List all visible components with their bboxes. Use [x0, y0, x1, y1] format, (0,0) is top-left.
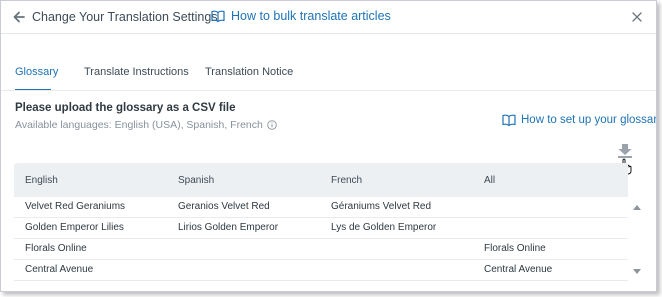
table-row: Velvet Red Geraniums Geranios Velvet Red… [14, 197, 628, 218]
available-languages-text: Available languages: English (USA), Span… [15, 119, 263, 131]
scroll-up-arrow-icon[interactable] [633, 205, 641, 210]
tab-translate-instructions[interactable]: Translate Instructions [84, 66, 189, 78]
bulk-translate-help-link[interactable]: How to bulk translate articles [211, 9, 391, 23]
table-body: Velvet Red Geraniums Geranios Velvet Red… [14, 197, 628, 285]
table-cell: Géraniums Velvet Red [331, 201, 432, 212]
table-cell: Florals Online [484, 243, 546, 254]
setup-link-label: How to set up your glossary? [521, 114, 657, 126]
table-cell: Lys de Golden Emperor [331, 222, 437, 233]
dialog-header: Change Your Translation Settings How to … [1, 1, 656, 34]
column-header-english: English [25, 175, 58, 186]
table-cell: Velvet Red Geraniums [25, 201, 126, 212]
upload-heading: Please upload the glossary as a CSV file [15, 102, 236, 114]
dialog-title: Change Your Translation Settings [32, 10, 218, 24]
translation-settings-dialog: Change Your Translation Settings How to … [0, 0, 657, 292]
tabs-divider [1, 90, 656, 91]
available-languages: Available languages: English (USA), Span… [15, 119, 277, 131]
table-cell: Lirios Golden Emperor [178, 222, 279, 233]
column-header-french: French [331, 175, 363, 186]
glossary-setup-help-link[interactable]: How to set up your glossary? [502, 114, 657, 126]
info-icon[interactable] [267, 120, 277, 130]
close-icon[interactable] [632, 12, 642, 22]
table-cell: Central Avenue [484, 264, 553, 275]
column-header-all: All [484, 175, 496, 186]
table-row: Florals Online Florals Online [14, 239, 628, 260]
table-cell: Central Avenue [25, 264, 94, 275]
tab-translation-notice[interactable]: Translation Notice [205, 66, 293, 78]
help-link-label: How to bulk translate articles [231, 9, 391, 23]
table-cell: Geranios Velvet Red [178, 201, 270, 212]
table-row: Central Avenue Central Avenue [14, 260, 628, 281]
arrow-left-icon[interactable] [13, 10, 25, 24]
table-cell: Florals Online [25, 243, 87, 254]
column-header-spanish: Spanish [178, 175, 215, 186]
settings-tabs: Glossary Translate Instructions Translat… [1, 61, 656, 91]
table-header: English Spanish French All [14, 163, 628, 197]
book-open-icon [211, 10, 225, 22]
table-cell: Golden Emperor Lilies [25, 222, 124, 233]
book-open-icon [502, 114, 516, 126]
tab-glossary[interactable]: Glossary [15, 66, 58, 78]
glossary-table: English Spanish French All Velvet Red Ge… [14, 163, 644, 285]
scroll-down-arrow-icon[interactable] [633, 269, 641, 274]
table-row: Golden Emperor Lilies Lirios Golden Empe… [14, 218, 628, 239]
table-scrollbar[interactable] [629, 197, 644, 285]
